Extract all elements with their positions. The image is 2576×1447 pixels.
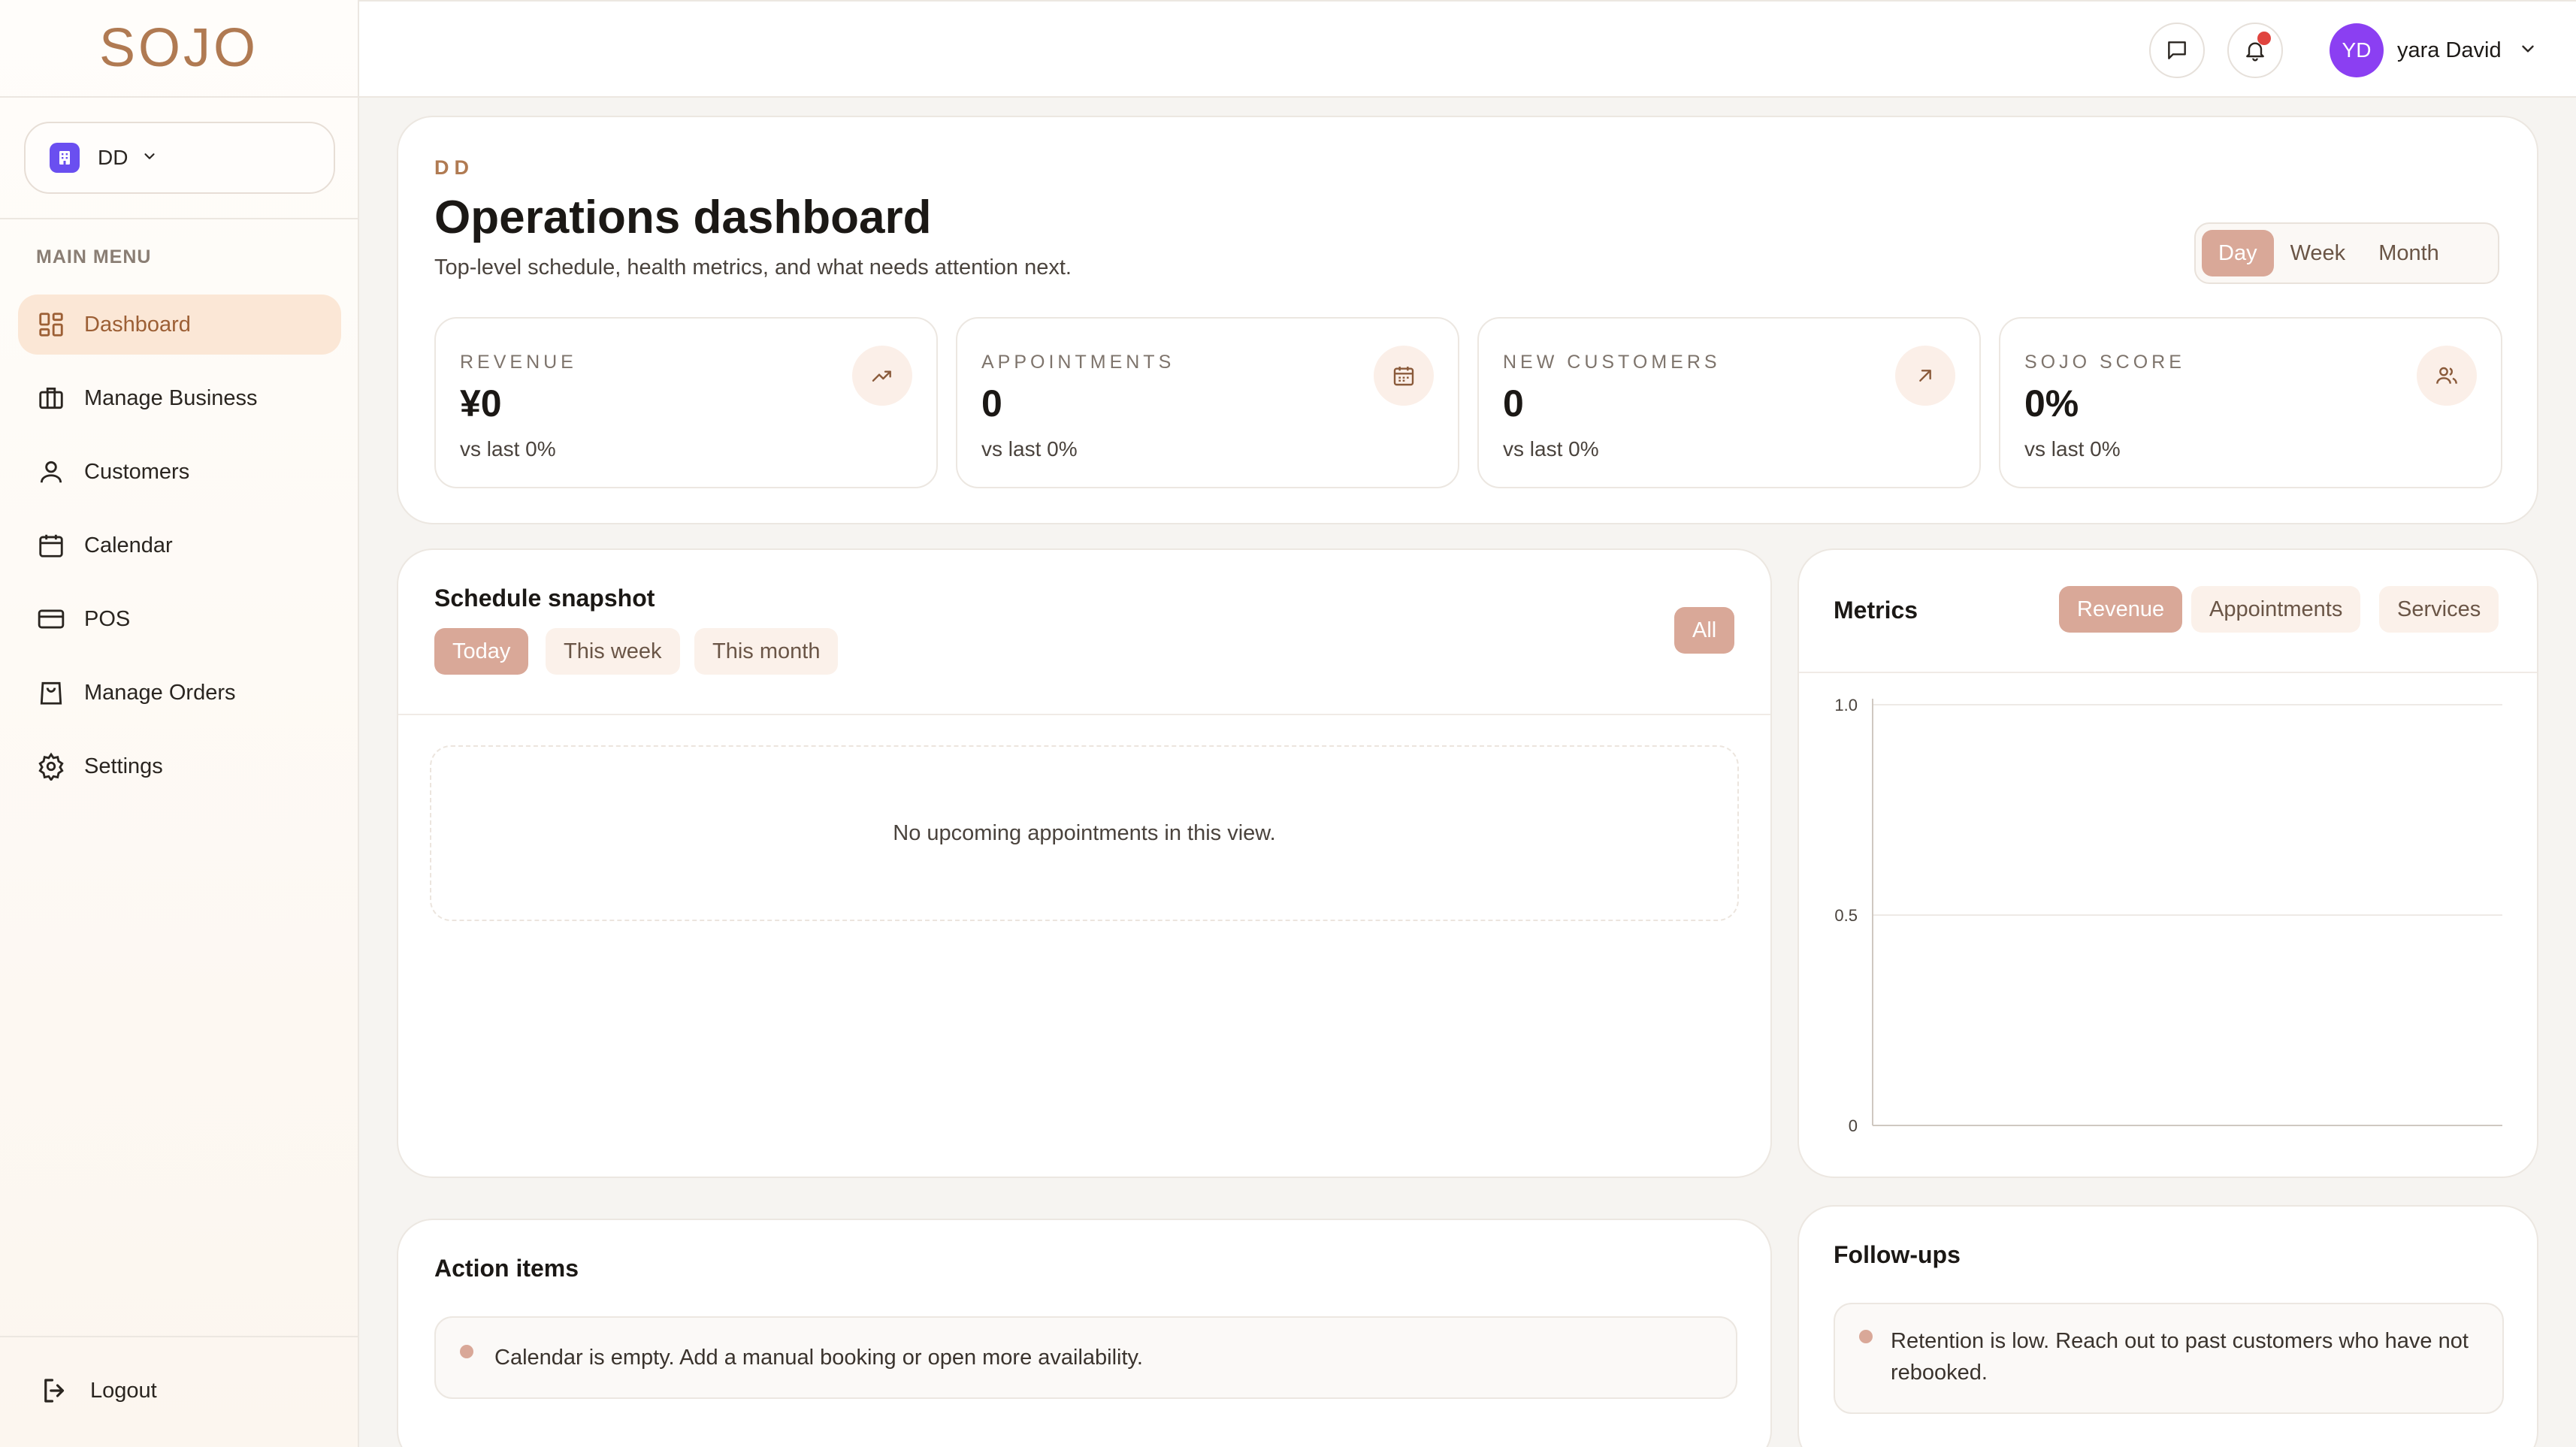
divider: [1799, 672, 2537, 673]
period-week[interactable]: Week: [2274, 230, 2363, 276]
kpi-value: 0: [981, 382, 1002, 424]
kpi-card-new-customers: NEW CUSTOMERS 0 vs last 0%: [1477, 317, 1981, 488]
kpi-comparison: vs last 0%: [981, 437, 1078, 461]
sidebar-item-dashboard[interactable]: Dashboard: [18, 295, 341, 355]
sidebar-item-manage-orders[interactable]: Manage Orders: [18, 663, 341, 723]
kpi-comparison: vs last 0%: [2024, 437, 2121, 461]
shopping-bag-icon: [36, 678, 66, 708]
tab-this-month[interactable]: This month: [694, 628, 839, 675]
notifications-button[interactable]: [2227, 23, 2283, 78]
user-menu[interactable]: YD yara David: [2330, 23, 2538, 78]
calendar-icon: [1374, 346, 1434, 406]
sidebar-divider: [0, 1336, 358, 1337]
period-month[interactable]: Month: [2362, 230, 2456, 276]
business-selector[interactable]: DD: [24, 122, 335, 194]
topbar: YD yara David: [359, 0, 2576, 98]
kpi-label: SOJO SCORE: [2024, 352, 2185, 373]
logout-button[interactable]: Logout: [39, 1375, 157, 1406]
sidebar-item-label: Manage Orders: [84, 680, 236, 705]
action-items-card: Action items Calendar is empty. Add a ma…: [397, 1219, 1772, 1447]
logout-icon: [44, 1379, 65, 1403]
logo[interactable]: SOJO: [0, 0, 358, 98]
sidebar-item-label: Dashboard: [84, 312, 191, 337]
kpi-card-revenue: REVENUE ¥0 vs last 0%: [434, 317, 938, 488]
kpi-card-appointments: APPOINTMENTS 0 vs last 0%: [956, 317, 1459, 488]
divider: [398, 714, 1770, 715]
kpi-label: APPOINTMENTS: [981, 352, 1175, 373]
kpi-value: ¥0: [460, 382, 502, 424]
sidebar-divider: [0, 218, 358, 219]
chevron-down-icon: [141, 148, 158, 168]
avatar: YD: [2330, 23, 2384, 77]
y-tick-label: 0: [1849, 1116, 1858, 1135]
business-selector-label: DD: [98, 146, 128, 169]
tab-services[interactable]: Services: [2379, 586, 2499, 633]
y-tick-label: 1.0: [1834, 696, 1858, 714]
kpi-comparison: vs last 0%: [1503, 437, 1599, 461]
period-toggle: Day Week Month: [2194, 222, 2499, 284]
kpi-card-sojo-score: SOJO SCORE 0% vs last 0%: [1999, 317, 2502, 488]
dashboard-header-card: DD Operations dashboard Top-level schedu…: [397, 116, 2538, 524]
filter-all-button[interactable]: All: [1674, 607, 1735, 654]
sidebar-item-calendar[interactable]: Calendar: [18, 515, 341, 575]
user-icon: [36, 457, 66, 487]
follow-ups-title: Follow-ups: [1834, 1241, 1961, 1268]
sidebar-item-label: Settings: [84, 754, 163, 778]
briefcase-icon: [36, 383, 66, 413]
sidebar-item-customers[interactable]: Customers: [18, 442, 341, 502]
sidebar-item-label: Manage Business: [84, 385, 258, 410]
gear-icon: [36, 751, 66, 781]
kpi-value: 0%: [2024, 382, 2079, 424]
trending-up-icon: [852, 346, 912, 406]
tab-this-week[interactable]: This week: [546, 628, 680, 675]
menu-title: MAIN MENU: [36, 246, 152, 267]
kpi-label: REVENUE: [460, 352, 577, 373]
sidebar: SOJO DD MAIN MENU Dashboard Manage Busin…: [0, 0, 359, 1447]
sidebar-item-label: Customers: [84, 459, 190, 484]
schedule-snapshot-card: Schedule snapshot Today This week This m…: [397, 548, 1772, 1178]
bullet-dot: [460, 1345, 473, 1358]
action-items-title: Action items: [434, 1255, 579, 1282]
action-item-text: Calendar is empty. Add a manual booking …: [494, 1346, 1143, 1370]
period-day[interactable]: Day: [2202, 230, 2274, 276]
tab-revenue[interactable]: Revenue: [2059, 586, 2183, 633]
user-name: yara David: [2397, 38, 2502, 62]
bullet-dot: [1859, 1330, 1873, 1343]
message-icon: [2168, 41, 2186, 59]
logout-label: Logout: [90, 1378, 157, 1403]
y-tick-label: 0.5: [1834, 906, 1858, 925]
main-menu: Dashboard Manage Business Customers Cale…: [18, 295, 341, 810]
sidebar-item-pos[interactable]: POS: [18, 589, 341, 649]
arrow-up-right-icon: [1895, 346, 1955, 406]
messages-button[interactable]: [2149, 23, 2205, 78]
credit-card-icon: [36, 604, 66, 634]
kpi-label: NEW CUSTOMERS: [1503, 352, 1721, 373]
follow-up-item[interactable]: Retention is low. Reach out to past cust…: [1834, 1303, 2504, 1414]
dashboard-icon: [36, 310, 66, 340]
chevron-down-icon: [2518, 39, 2538, 62]
page-title: Operations dashboard: [434, 192, 932, 243]
metrics-title: Metrics: [1834, 597, 1918, 624]
business-kicker: DD: [434, 156, 474, 179]
page-subtitle: Top-level schedule, health metrics, and …: [434, 255, 1072, 279]
sidebar-item-label: POS: [84, 606, 131, 631]
users-icon: [2417, 346, 2477, 406]
follow-ups-card: Follow-ups Retention is low. Reach out t…: [1797, 1205, 2538, 1447]
notification-dot: [2257, 32, 2271, 45]
calendar-icon: [36, 530, 66, 560]
building-icon: [50, 143, 80, 173]
action-item[interactable]: Calendar is empty. Add a manual booking …: [434, 1316, 1737, 1399]
metrics-card: Metrics Revenue Appointments Services 1.…: [1797, 548, 2538, 1178]
schedule-title: Schedule snapshot: [434, 585, 655, 612]
kpi-comparison: vs last 0%: [460, 437, 556, 461]
metrics-chart: 1.0 0.5 0: [1834, 696, 2502, 1135]
follow-up-text: Retention is low. Reach out to past cust…: [1891, 1329, 2469, 1385]
empty-state: No upcoming appointments in this view.: [430, 745, 1739, 921]
kpi-value: 0: [1503, 382, 1524, 424]
sidebar-item-manage-business[interactable]: Manage Business: [18, 368, 341, 428]
tab-today[interactable]: Today: [434, 628, 529, 675]
tab-appointments[interactable]: Appointments: [2191, 586, 2361, 633]
sidebar-item-label: Calendar: [84, 533, 173, 557]
sidebar-item-settings[interactable]: Settings: [18, 736, 341, 796]
